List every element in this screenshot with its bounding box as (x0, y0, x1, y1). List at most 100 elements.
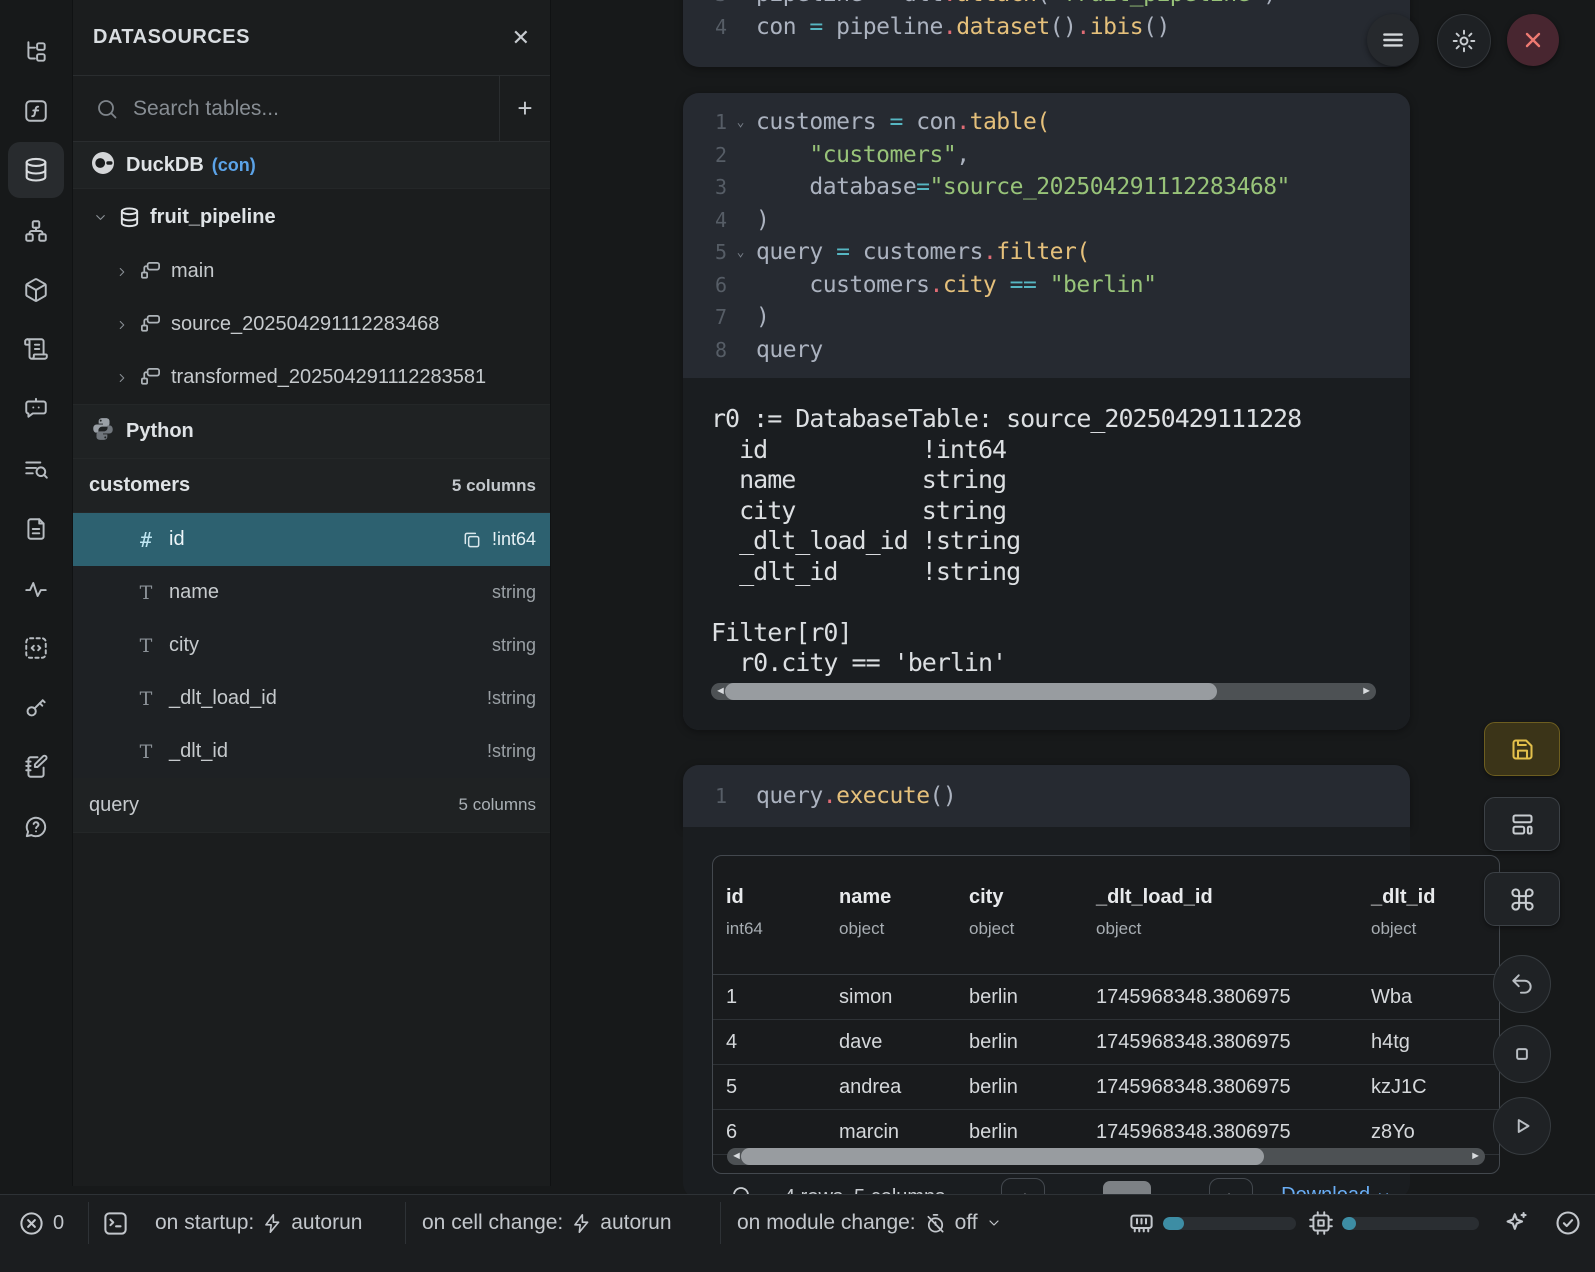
table-row-customers[interactable]: customers 5 columns (73, 459, 550, 513)
cell-query[interactable]: 1 ⌄ customers = con.table( 2 "customers"… (683, 93, 1410, 730)
database-fruit-pipeline-row[interactable]: fruit_pipeline (73, 189, 550, 245)
line-number: 5 (699, 240, 727, 264)
schema-row-transformed[interactable]: transformed_202504291112283581 (73, 351, 550, 404)
copy-icon[interactable] (462, 530, 482, 550)
cell-editor[interactable]: 1 ⌄ customers = con.table( 2 "customers"… (683, 93, 1410, 366)
logs-icon[interactable] (8, 321, 64, 377)
schema-name: transformed_202504291112283581 (171, 366, 486, 389)
run-button[interactable] (1493, 1097, 1551, 1155)
chevron-right-icon[interactable] (115, 265, 129, 279)
connection-status-indicator[interactable] (1554, 1195, 1582, 1251)
code-line[interactable]: 7 ) (683, 301, 1410, 334)
dependencies-icon[interactable] (8, 203, 64, 259)
schema-row-source[interactable]: source_202504291112283468 (73, 298, 550, 351)
table-column-header[interactable]: _dlt_idobject (1358, 886, 1499, 974)
column-row-id[interactable]: # id !int64 (73, 513, 550, 566)
documentation-icon[interactable] (8, 501, 64, 557)
line-number: 2 (699, 143, 727, 167)
notebook-menu-button[interactable] (1367, 14, 1419, 66)
layout-toggle-button[interactable] (1484, 797, 1560, 851)
code-line[interactable]: 3 database="source_202504291112283468" (683, 171, 1410, 204)
table-cell: 1 (713, 975, 826, 1019)
scrollbar-thumb[interactable] (741, 1148, 1264, 1165)
table-cell: 4 (713, 1020, 826, 1064)
cell-setup[interactable]: 3 pipeline = dlt.attach("fruit_pipeline"… (683, 0, 1410, 67)
table-row-query[interactable]: query 5 columns (73, 778, 550, 833)
help-icon[interactable] (8, 799, 64, 855)
zap-icon (262, 1213, 283, 1234)
scroll-right-icon[interactable]: ► (1361, 684, 1372, 699)
close-panel-icon[interactable]: ✕ (512, 27, 530, 49)
table-column-header[interactable]: cityobject (956, 886, 1083, 974)
table-cell: andrea (826, 1065, 956, 1109)
code-line[interactable]: 6 customers.city == "berlin" (683, 269, 1410, 302)
shutdown-button[interactable] (1507, 14, 1559, 66)
line-number: 7 (699, 305, 727, 329)
cell-execute[interactable]: 1 query.execute() (683, 765, 1410, 827)
column-dtype: string (492, 582, 536, 603)
cell-editor[interactable]: 1 query.execute() (683, 765, 1410, 813)
table-row[interactable]: 5andreaberlin1745968348.3806975kzJ1C (713, 1065, 1499, 1110)
code-line[interactable]: 8 query (683, 334, 1410, 367)
chevron-down-icon[interactable] (93, 210, 108, 225)
circle-x-icon (18, 1210, 45, 1237)
snippets-icon[interactable] (8, 620, 64, 676)
settings-button[interactable] (1437, 14, 1491, 68)
code-line[interactable]: 1 query.execute() (683, 780, 1410, 813)
engine-duckdb-row[interactable]: DuckDB (con) (73, 142, 550, 189)
horizontal-scrollbar[interactable]: ◄ ► (711, 683, 1376, 700)
ai-assist-button[interactable] (1502, 1195, 1530, 1251)
table-column-header[interactable]: idint64 (713, 886, 826, 974)
fold-chevron-icon[interactable]: ⌄ (733, 115, 748, 130)
scrollbar-thumb[interactable] (725, 683, 1217, 700)
cell-editor[interactable]: 3 pipeline = dlt.attach("fruit_pipeline"… (683, 0, 1410, 43)
command-palette-button[interactable] (1484, 872, 1560, 926)
undo-button[interactable] (1493, 955, 1551, 1013)
column-row-city[interactable]: T city string (73, 619, 550, 672)
chevron-right-icon[interactable] (115, 318, 129, 332)
terminal-button[interactable] (102, 1195, 129, 1251)
code-line[interactable]: 3 pipeline = dlt.attach("fruit_pipeline"… (683, 0, 1410, 11)
code-line[interactable]: 1 ⌄ customers = con.table( (683, 106, 1410, 139)
ai-chat-icon[interactable] (8, 380, 64, 436)
table-row[interactable]: 1simonberlin1745968348.3806975Wba (713, 975, 1499, 1020)
file-tree-icon[interactable] (8, 24, 64, 80)
on-cell-change-toggle[interactable]: on cell change: autorun (422, 1195, 672, 1251)
table-column-header[interactable]: nameobject (826, 886, 956, 974)
secrets-icon[interactable] (8, 679, 64, 735)
code-line[interactable]: 4 con = pipeline.dataset().ibis() (683, 11, 1410, 44)
code-line[interactable]: 2 "customers", (683, 139, 1410, 172)
column-row-_dlt_id[interactable]: T _dlt_id !string (73, 725, 550, 778)
packages-icon[interactable] (8, 262, 64, 318)
error-indicator[interactable]: 0 (18, 1195, 64, 1251)
terminal-icon (102, 1210, 129, 1237)
line-number: 3 (699, 0, 727, 6)
duckdb-logo-icon (90, 150, 116, 181)
table-column-header[interactable]: _dlt_load_idobject (1083, 886, 1358, 974)
table-row[interactable]: 4daveberlin1745968348.3806975h4tg (713, 1020, 1499, 1065)
add-datasource-button[interactable]: + (500, 93, 550, 124)
search-tables-input[interactable]: Search tables... (133, 97, 491, 121)
column-row-name[interactable]: T name string (73, 566, 550, 619)
column-row-_dlt_load_id[interactable]: T _dlt_load_id !string (73, 672, 550, 725)
activity-icon[interactable] (8, 561, 64, 617)
python-section-row[interactable]: Python (73, 404, 550, 459)
column-name: name (169, 581, 219, 604)
datasources-icon[interactable] (8, 142, 64, 198)
fold-chevron-icon[interactable]: ⌄ (733, 245, 748, 260)
schema-row-main[interactable]: main (73, 245, 550, 298)
on-module-change-toggle[interactable]: on module change: off (737, 1195, 1002, 1251)
table-name: query (89, 794, 139, 817)
scratchpad-icon[interactable] (8, 739, 64, 795)
save-button[interactable] (1484, 722, 1560, 776)
function-square-icon[interactable] (8, 83, 64, 139)
on-startup-toggle[interactable]: on startup: autorun (155, 1195, 362, 1251)
tracebacks-icon[interactable] (8, 441, 64, 497)
code-line[interactable]: 4 ) (683, 204, 1410, 237)
horizontal-scrollbar[interactable]: ◄ ► (727, 1148, 1485, 1165)
chevron-right-icon[interactable] (115, 371, 129, 385)
scroll-right-icon[interactable]: ► (1470, 1149, 1481, 1164)
line-number: 8 (699, 338, 727, 362)
code-line[interactable]: 5 ⌄ query = customers.filter( (683, 236, 1410, 269)
stop-button[interactable] (1493, 1025, 1551, 1083)
